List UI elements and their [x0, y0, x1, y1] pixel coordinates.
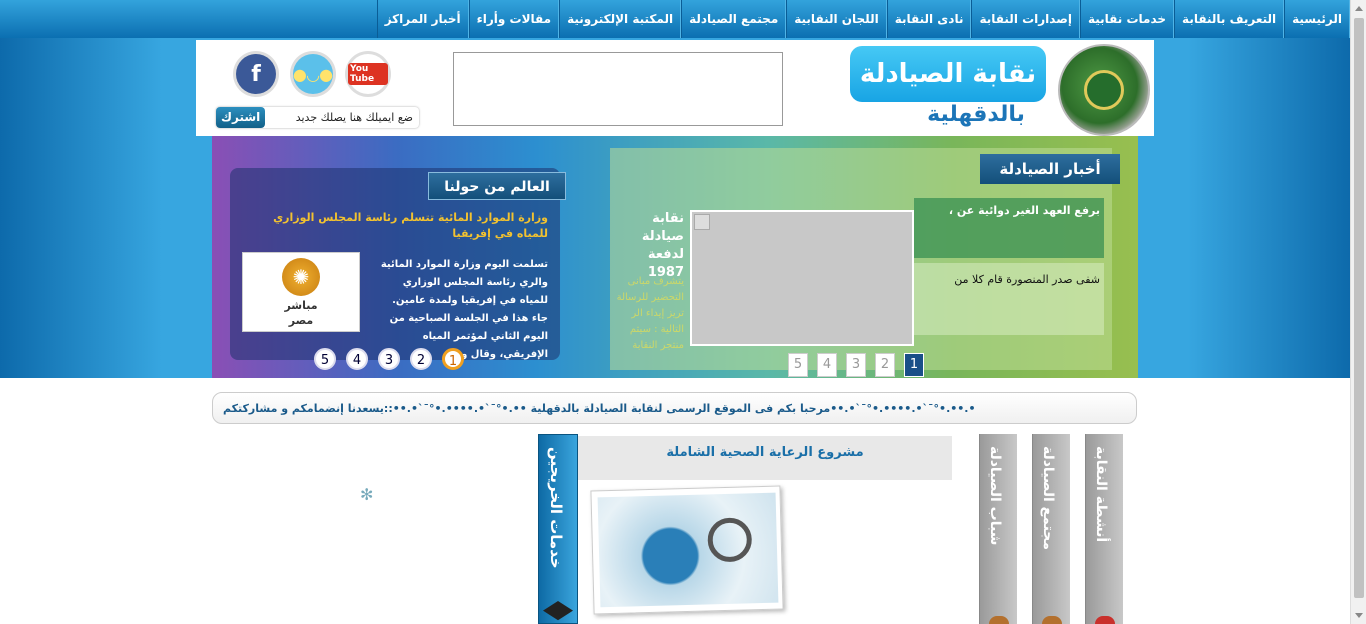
subscribe-form: اشترك ضع ايميلك هنا يصلك جديد	[216, 107, 419, 128]
nav-item-club[interactable]: نادى النقابة	[886, 0, 972, 38]
aljazeera-logo-icon: ✺	[282, 258, 320, 296]
email-input[interactable]: ضع ايميلك هنا يصلك جديد	[265, 111, 419, 124]
nav-item-services[interactable]: خدمات نقابية	[1079, 0, 1175, 38]
news-side-title: نقابة صيادلة لدفعة 1987	[641, 211, 684, 280]
news-page-2[interactable]: 2	[875, 353, 895, 377]
world-news-title: العالم من حولنا	[428, 172, 566, 200]
people-icon	[1042, 616, 1062, 624]
world-page-2[interactable]: 2	[410, 348, 432, 370]
tab-label: أنشطة النقابة	[1093, 446, 1109, 543]
vertical-scrollbar[interactable]	[1350, 0, 1366, 624]
tab-young-pharmacists[interactable]: شباب الصيادلة	[979, 434, 1017, 624]
nav-item-articles[interactable]: مقالات وأراء	[468, 0, 560, 38]
news-page-5[interactable]: 5	[788, 353, 808, 377]
tab-pharmacists-community[interactable]: مجتمع الصيادلة	[1032, 434, 1070, 624]
news-pager: 1 2 3 4 5	[788, 353, 924, 377]
project-image[interactable]	[590, 485, 784, 615]
news-image-placeholder[interactable]	[690, 210, 914, 346]
twitter-icon[interactable]: ●◡●	[293, 54, 333, 94]
nav-item-committees[interactable]: اللجان النقابية	[786, 0, 887, 38]
project-title[interactable]: مشروع الرعاية الصحية الشاملة	[578, 436, 952, 480]
world-page-3[interactable]: 3	[378, 348, 400, 370]
logo-subtitle: بالدقهلية	[927, 102, 1025, 127]
scrollbar-thumb[interactable]	[1354, 18, 1364, 598]
news-side-body: يتشرف مبانى التحضير للرسالة تريز إيداء ا…	[616, 276, 684, 351]
news-page-3[interactable]: 3	[846, 353, 866, 377]
nav-item-community[interactable]: مجتمع الصيادلة	[681, 0, 787, 38]
nav-item-about[interactable]: التعريف بالنقابة	[1174, 0, 1285, 38]
site-header: نقابة الصيادلة بالدقهلية f ●◡● You Tube …	[196, 40, 1154, 136]
world-page-5[interactable]: 5	[314, 348, 336, 370]
scroll-up-icon[interactable]	[1355, 6, 1363, 11]
news-item[interactable]: ، برفع العهد الغير دوائية عن	[914, 198, 1104, 258]
world-page-4[interactable]: 4	[346, 348, 368, 370]
ad-banner	[453, 52, 783, 126]
facebook-icon[interactable]: f	[236, 54, 276, 94]
world-news-headline[interactable]: وزارة الموارد المائية تتسلم رئاسة المجلس…	[258, 210, 548, 242]
world-news-box: العالم من حولنا وزارة الموارد المائية تت…	[230, 168, 566, 370]
pharmacists-news-box: أخبار الصيادلة ، برفع العهد الغير دوائية…	[610, 148, 1120, 377]
subscribe-button[interactable]: اشترك	[216, 107, 266, 128]
world-page-1[interactable]: 1	[442, 348, 464, 370]
image-caption-bottom: مصر	[288, 314, 314, 327]
image-caption-top: مباشر	[284, 299, 318, 312]
loading-spinner-icon: ✻	[360, 485, 374, 504]
activity-icon	[1095, 616, 1115, 624]
graduates-services-label: خدمات الخريجين	[547, 447, 565, 569]
youtube-icon[interactable]: You Tube	[348, 54, 388, 94]
main-navigation: الرئيسية التعريف بالنقابة خدمات نقابية إ…	[0, 0, 1350, 38]
tab-label: شباب الصيادلة	[987, 446, 1003, 546]
news-page-1[interactable]: 1	[904, 353, 924, 377]
nav-item-library[interactable]: المكتبة الإلكترونية	[559, 0, 682, 38]
logo-title: نقابة الصيادلة	[850, 46, 1046, 102]
graduates-services-tab[interactable]: خدمات الخريجين	[538, 434, 578, 624]
news-page-4[interactable]: 4	[817, 353, 837, 377]
nav-item-home[interactable]: الرئيسية	[1284, 0, 1350, 38]
pharmacists-news-title: أخبار الصيادلة	[980, 154, 1120, 184]
welcome-marquee: •.••.•°¯`•.••••.•°¯`•.••مرحبا بكم فى الم…	[212, 392, 1137, 424]
nav-item-publications[interactable]: إصدارات النقابة	[971, 0, 1080, 38]
tab-syndicate-activities[interactable]: أنشطة النقابة	[1085, 434, 1123, 624]
featured-slider-area: العالم من حولنا وزارة الموارد المائية تت…	[212, 136, 1138, 378]
tab-label: مجتمع الصيادلة	[1040, 446, 1056, 551]
scroll-down-icon[interactable]	[1355, 613, 1363, 618]
syndicate-seal-logo[interactable]	[1058, 44, 1150, 136]
news-item[interactable]: شفى صدر المنصورة قام كلا من	[914, 263, 1104, 335]
project-panel: مشروع الرعاية الصحية الشاملة	[578, 434, 978, 624]
graduation-cap-icon	[543, 601, 573, 621]
people-icon	[989, 616, 1009, 624]
nav-item-center-news[interactable]: أخبار المراكز	[376, 0, 469, 38]
world-news-image[interactable]: ✺ مباشر مصر	[242, 252, 360, 332]
world-news-pager: 5 4 3 2 1	[314, 348, 464, 370]
